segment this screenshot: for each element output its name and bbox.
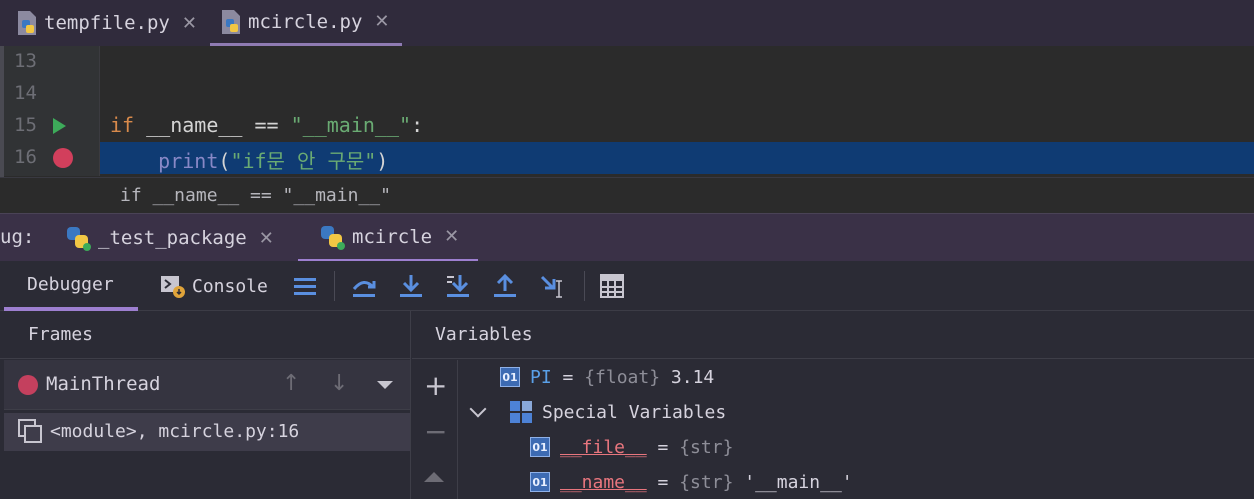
variable-type: {float}: [584, 366, 661, 388]
frame-item[interactable]: <module>, mcircle.py:16: [4, 413, 410, 451]
tab-console[interactable]: Console: [160, 261, 268, 311]
step-into-icon[interactable]: [398, 273, 424, 299]
stack-frame-icon: [18, 419, 42, 443]
line-number: 13: [14, 50, 37, 72]
variable-eq: =: [646, 436, 680, 458]
special-variables-icon: [510, 401, 532, 423]
code-token: :: [411, 113, 424, 137]
close-icon[interactable]: ✕: [182, 13, 197, 34]
variables-title: Variables: [412, 311, 1254, 359]
variable-value: '__main__': [733, 471, 853, 493]
run-to-cursor-icon[interactable]: [539, 273, 565, 299]
evaluate-expression-icon[interactable]: [599, 273, 625, 299]
python-run-icon: [67, 227, 91, 251]
close-icon[interactable]: ✕: [374, 11, 389, 32]
toolbar-separator: [334, 271, 335, 301]
python-file-icon: [222, 9, 240, 34]
tab-label: _test_package: [98, 227, 247, 249]
variables-panel: Variables + − 01 PI = {float} 3.14 Speci…: [412, 311, 1254, 499]
debugger-label: Debugger: [27, 273, 114, 295]
step-over-icon[interactable]: [351, 273, 377, 299]
thread-selector[interactable]: MainThread ↑ ↓: [4, 360, 410, 410]
primitive-type-icon: 01: [500, 367, 520, 387]
arrow-down-icon[interactable]: ↓: [330, 371, 348, 396]
variable-eq: =: [551, 366, 585, 388]
code-line[interactable]: 13: [0, 46, 1254, 78]
thread-status-icon: [18, 375, 38, 395]
code-token: ): [376, 149, 389, 173]
move-up-icon[interactable]: [424, 470, 444, 482]
line-number: 16: [14, 146, 37, 168]
variable-row[interactable]: 01 PI = {float} 3.14: [500, 360, 714, 394]
code-line[interactable]: 14: [0, 78, 1254, 110]
tab-debugger[interactable]: Debugger: [4, 261, 138, 311]
run-gutter-icon[interactable]: [53, 118, 66, 134]
thread-name: MainThread: [46, 373, 161, 395]
tab-label: mcircle: [352, 225, 433, 248]
breadcrumb-bar: if __name__ == "__main__": [0, 177, 1254, 213]
tab-tempfile[interactable]: tempfile.py ✕: [16, 0, 197, 46]
keyword-token: if: [110, 113, 135, 137]
line-number: 14: [14, 82, 37, 104]
python-run-icon: [321, 225, 345, 250]
frame-label: <module>, mcircle.py:16: [50, 421, 300, 442]
tab-mcircle[interactable]: mcircle.py ✕: [210, 0, 402, 46]
group-label: Special Variables: [542, 401, 727, 423]
menu-icon[interactable]: [292, 273, 318, 299]
variable-group-row[interactable]: Special Variables: [468, 395, 726, 429]
code-token: (: [218, 149, 231, 173]
code-editor[interactable]: 13 14 15 if __name__ == "__main__": 16 p…: [0, 46, 1254, 213]
add-watch-button[interactable]: +: [424, 372, 447, 400]
variable-name: __file__: [560, 436, 647, 458]
close-icon[interactable]: ✕: [444, 226, 459, 247]
variable-row[interactable]: 01 __name__ = {str} '__main__': [530, 465, 853, 499]
variable-name: PI: [530, 366, 552, 388]
breakpoint-icon[interactable]: [53, 148, 73, 168]
builtin-token: print: [158, 149, 219, 173]
chevron-down-icon[interactable]: [377, 381, 393, 389]
chevron-down-icon[interactable]: [469, 400, 487, 418]
remove-watch-button[interactable]: −: [424, 418, 447, 446]
tab-mcircle-debug[interactable]: mcircle ✕: [298, 214, 478, 262]
string-token: "__main__": [290, 113, 412, 137]
variable-name: __name__: [560, 471, 647, 493]
editor-tab-bar: tempfile.py ✕ mcircle.py ✕: [0, 0, 1254, 46]
primitive-type-icon: 01: [530, 437, 550, 457]
debug-tab-bar: ug: _test_package ✕ mcircle ✕: [0, 213, 1254, 262]
step-into-my-code-icon[interactable]: [445, 273, 471, 299]
variable-eq: =: [646, 471, 680, 493]
code-line[interactable]: 15 if __name__ == "__main__":: [0, 110, 1254, 142]
toolbar-separator: [584, 271, 585, 301]
code-line[interactable]: 16 print("if문 안 구문"): [0, 142, 1254, 174]
variables-sidebar: + −: [412, 360, 458, 499]
variable-value: 3.14: [660, 366, 715, 388]
step-out-icon[interactable]: [492, 273, 518, 299]
variable-type: {str}: [679, 471, 734, 493]
primitive-type-icon: 01: [530, 472, 550, 492]
string-token: "if문 안 구문": [230, 149, 377, 173]
tab-test-package[interactable]: _test_package ✕: [64, 214, 274, 262]
frames-title: Frames: [0, 311, 410, 359]
console-label: Console: [192, 275, 268, 297]
breadcrumb[interactable]: if __name__ == "__main__": [120, 185, 391, 206]
debug-toolbar: Debugger Console: [0, 261, 1254, 311]
arrow-up-icon[interactable]: ↑: [282, 371, 300, 396]
python-file-icon: [18, 11, 36, 35]
code-token: __name__ ==: [134, 113, 291, 137]
code-text: if __name__ == "__main__":: [110, 113, 423, 137]
code-text: print("if문 안 구문"): [110, 145, 388, 174]
frames-panel: Frames MainThread ↑ ↓ <module>, mcircle.…: [0, 311, 411, 499]
debug-label: ug:: [0, 226, 35, 248]
line-number: 15: [14, 114, 37, 136]
tab-label: tempfile.py: [44, 12, 170, 34]
tab-label: mcircle.py: [248, 10, 363, 33]
indent-token: [110, 149, 158, 173]
console-icon: [161, 276, 185, 298]
close-icon[interactable]: ✕: [259, 228, 274, 249]
variable-row[interactable]: 01 __file__ = {str}: [530, 430, 733, 464]
variable-type: {str}: [679, 436, 734, 458]
